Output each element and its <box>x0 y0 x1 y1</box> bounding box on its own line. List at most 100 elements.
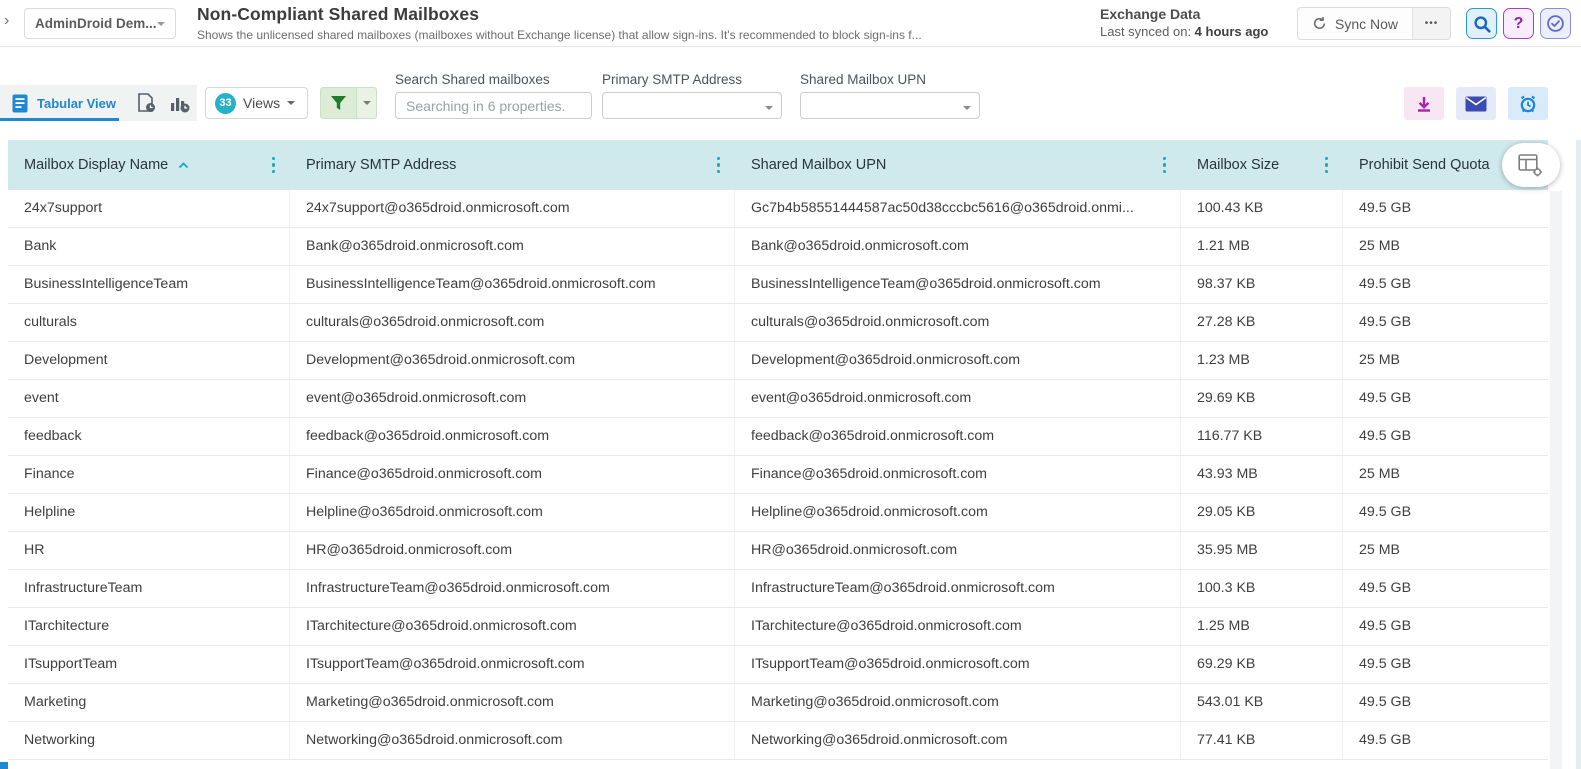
cell-shared-upn: Finance@o365droid.onmicrosoft.com <box>735 456 1181 493</box>
cell-primary-smtp: HR@o365droid.onmicrosoft.com <box>290 532 735 569</box>
smtp-filter-select[interactable] <box>602 92 782 119</box>
table-row[interactable]: ITarchitecture ITarchitecture@o365droid.… <box>8 608 1548 646</box>
cell-mailbox-size: 69.29 KB <box>1181 646 1343 683</box>
cell-shared-upn: Networking@o365droid.onmicrosoft.com <box>735 722 1181 759</box>
smtp-filter-label: Primary SMTP Address <box>602 72 743 87</box>
cell-shared-upn: event@o365droid.onmicrosoft.com <box>735 380 1181 417</box>
sync-now-button[interactable]: Sync Now <box>1298 8 1413 39</box>
cell-primary-smtp: Finance@o365droid.onmicrosoft.com <box>290 456 735 493</box>
filter-button[interactable] <box>320 87 357 119</box>
column-chooser-button[interactable] <box>1502 143 1560 187</box>
tab-scheduled-report[interactable] <box>130 85 163 121</box>
tabular-view-icon <box>12 94 28 112</box>
search-icon <box>1473 15 1491 33</box>
cell-primary-smtp: Bank@o365droid.onmicrosoft.com <box>290 228 735 265</box>
cell-prohibit-send-quota: 49.5 GB <box>1359 694 1412 710</box>
table-row[interactable]: Development Development@o365droid.onmicr… <box>8 342 1548 380</box>
table-row[interactable]: InfrastructureTeam InfrastructureTeam@o3… <box>8 570 1548 608</box>
cell-shared-upn: ITarchitecture@o365droid.onmicrosoft.com <box>735 608 1181 645</box>
schedule-alert-button[interactable] <box>1508 87 1548 120</box>
column-menu-dots-icon[interactable] <box>1321 152 1333 179</box>
table-row[interactable]: ITsupportTeam ITsupportTeam@o365droid.on… <box>8 646 1548 684</box>
column-menu-dots-icon[interactable] <box>1159 152 1171 179</box>
cell-prohibit-send-quota: 25 MB <box>1359 352 1401 368</box>
cell-mailbox-size: 43.93 MB <box>1181 456 1343 493</box>
cell-mailbox-display-name: Bank <box>8 228 290 265</box>
cell-primary-smtp: Networking@o365droid.onmicrosoft.com <box>290 722 735 759</box>
table-row[interactable]: Marketing Marketing@o365droid.onmicrosof… <box>8 684 1548 722</box>
cell-mailbox-size: 1.25 MB <box>1181 608 1343 645</box>
table-row[interactable]: BusinessIntelligenceTeam BusinessIntelli… <box>8 266 1548 304</box>
cell-primary-smtp: Development@o365droid.onmicrosoft.com <box>290 342 735 379</box>
column-header-label: Primary SMTP Address <box>306 157 457 173</box>
page-subtitle: Shows the unlicensed shared mailboxes (m… <box>197 28 922 42</box>
sync-more-options-button[interactable]: ••• <box>1412 8 1451 39</box>
cell-mailbox-size: 77.41 KB <box>1181 722 1343 759</box>
table-row[interactable]: Bank Bank@o365droid.onmicrosoft.com Bank… <box>8 228 1548 266</box>
cell-prohibit-send-quota: 49.5 GB <box>1359 732 1412 748</box>
filter-button-group <box>320 87 377 119</box>
upn-filter-select[interactable] <box>800 92 980 119</box>
cell-shared-upn: feedback@o365droid.onmicrosoft.com <box>735 418 1181 455</box>
column-chooser-icon <box>1518 153 1542 176</box>
table-row[interactable]: Helpline Helpline@o365droid.onmicrosoft.… <box>8 494 1548 532</box>
audit-check-icon <box>1547 15 1564 32</box>
cell-primary-smtp: culturals@o365droid.onmicrosoft.com <box>290 304 735 341</box>
table-row[interactable]: culturals culturals@o365droid.onmicrosof… <box>8 304 1548 342</box>
cell-prohibit-send-quota: 49.5 GB <box>1359 618 1412 634</box>
search-field-group: Search Shared mailboxes <box>395 72 592 119</box>
global-search-button[interactable] <box>1466 8 1497 39</box>
column-header-shared-upn[interactable]: Shared Mailbox UPN <box>735 140 1181 190</box>
last-synced-text: Last synced on: 4 hours ago <box>1100 24 1269 39</box>
cell-shared-upn: Marketing@o365droid.onmicrosoft.com <box>735 684 1181 721</box>
cell-prohibit-send-quota: 49.5 GB <box>1359 314 1412 330</box>
table-row[interactable]: feedback feedback@o365droid.onmicrosoft.… <box>8 418 1548 456</box>
search-input[interactable] <box>395 92 592 119</box>
sync-status: Exchange Data Last synced on: 4 hours ag… <box>1100 6 1268 39</box>
organization-selector[interactable]: AdminDroid Dem... <box>24 8 176 39</box>
cell-primary-smtp: feedback@o365droid.onmicrosoft.com <box>290 418 735 455</box>
tab-tabular-view[interactable]: Tabular View <box>0 85 130 121</box>
views-dropdown-button[interactable]: 33 Views <box>205 87 308 119</box>
export-download-button[interactable] <box>1404 87 1444 120</box>
tab-chart-view[interactable] <box>163 85 196 121</box>
cell-mailbox-display-name: InfrastructureTeam <box>8 570 290 607</box>
cell-shared-upn: ITsupportTeam@o365droid.onmicrosoft.com <box>735 646 1181 683</box>
tab-tabular-view-label: Tabular View <box>37 95 116 111</box>
table-row[interactable]: Finance Finance@o365droid.onmicrosoft.co… <box>8 456 1548 494</box>
cell-prohibit-send-quota: 49.5 GB <box>1359 580 1412 596</box>
cell-mailbox-display-name: event <box>8 380 290 417</box>
cell-prohibit-send-quota: 49.5 GB <box>1359 504 1412 520</box>
sidebar-collapse-button[interactable]: › <box>4 12 9 30</box>
audit-status-button[interactable] <box>1540 8 1571 39</box>
active-tab-underline <box>0 118 119 121</box>
cell-mailbox-size: 1.21 MB <box>1181 228 1343 265</box>
table-row[interactable]: Networking Networking@o365droid.onmicros… <box>8 722 1548 760</box>
cell-shared-upn: HR@o365droid.onmicrosoft.com <box>735 532 1181 569</box>
filter-dropdown-button[interactable] <box>357 87 377 119</box>
chart-schedule-icon <box>170 98 189 113</box>
cell-primary-smtp: ITsupportTeam@o365droid.onmicrosoft.com <box>290 646 735 683</box>
table-row[interactable]: event event@o365droid.onmicrosoft.com ev… <box>8 380 1548 418</box>
cell-shared-upn: Bank@o365droid.onmicrosoft.com <box>735 228 1181 265</box>
column-header-mailbox-size[interactable]: Mailbox Size <box>1181 140 1343 190</box>
page-title: Non-Compliant Shared Mailboxes <box>197 4 480 24</box>
column-header-primary-smtp[interactable]: Primary SMTP Address <box>290 140 735 190</box>
column-menu-dots-icon[interactable] <box>268 152 280 179</box>
column-menu-dots-icon[interactable] <box>713 152 725 179</box>
cell-shared-upn: Helpline@o365droid.onmicrosoft.com <box>735 494 1181 531</box>
cell-prohibit-send-quota: 49.5 GB <box>1359 390 1412 406</box>
column-header-mailbox-display-name[interactable]: Mailbox Display Name <box>8 140 290 190</box>
top-bar: › AdminDroid Dem... Non-Compliant Shared… <box>0 0 1581 47</box>
help-button[interactable]: ? <box>1503 8 1534 39</box>
vertical-scrollbar[interactable] <box>1550 191 1562 769</box>
cell-mailbox-display-name: Finance <box>8 456 290 493</box>
sync-icon <box>1313 17 1326 30</box>
cell-mailbox-size: 29.69 KB <box>1181 380 1343 417</box>
cell-shared-upn: Gc7b4b58551444587ac50d38cccbc5616@o365dr… <box>735 190 1181 227</box>
chevron-down-icon <box>963 106 971 114</box>
table-row[interactable]: 24x7support 24x7support@o365droid.onmicr… <box>8 190 1548 228</box>
email-report-button[interactable] <box>1456 87 1496 120</box>
cell-primary-smtp: 24x7support@o365droid.onmicrosoft.com <box>290 190 735 227</box>
table-row[interactable]: HR HR@o365droid.onmicrosoft.com HR@o365d… <box>8 532 1548 570</box>
